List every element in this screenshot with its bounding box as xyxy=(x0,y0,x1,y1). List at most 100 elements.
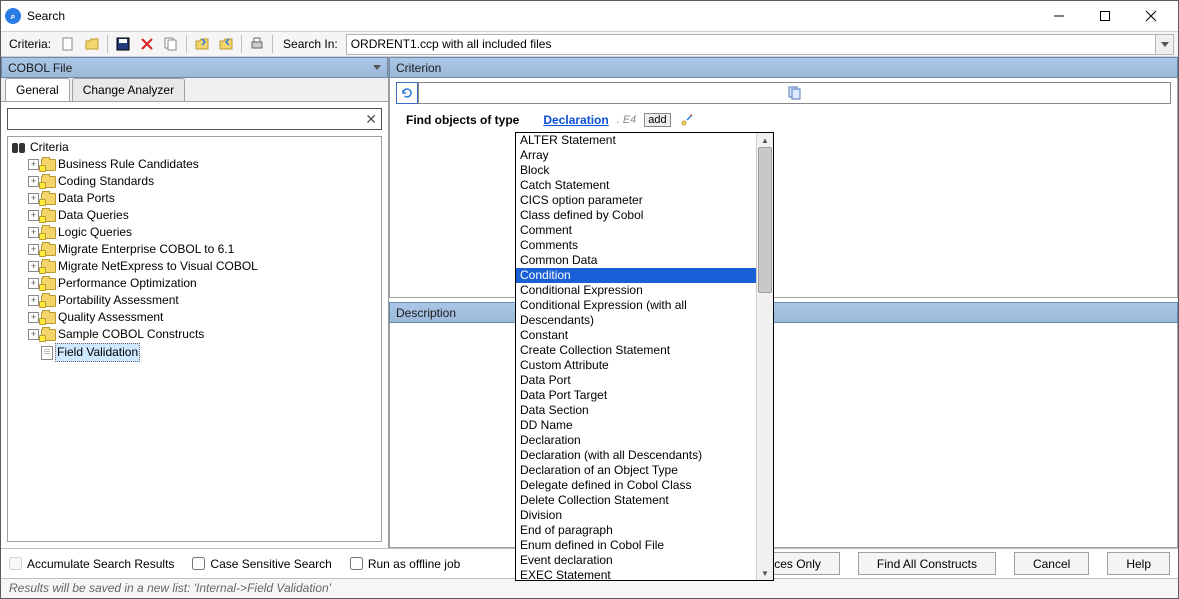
toolbar: Criteria: Search In: ORDRENT1.ccp with a… xyxy=(1,31,1178,57)
import-button[interactable] xyxy=(191,33,213,55)
copy-button[interactable] xyxy=(160,33,182,55)
tree-folder-item[interactable]: +Sample COBOL Constructs xyxy=(28,326,377,343)
dropdown-item[interactable]: Create Collection Statement xyxy=(516,343,756,358)
dropdown-item[interactable]: Comments xyxy=(516,238,756,253)
expand-icon[interactable]: + xyxy=(28,312,39,323)
dropdown-item[interactable]: ALTER Statement xyxy=(516,133,756,148)
tab-general[interactable]: General xyxy=(5,78,70,101)
case-sensitive-checkbox[interactable]: Case Sensitive Search xyxy=(192,557,331,571)
minimize-button[interactable] xyxy=(1036,1,1082,31)
refresh-button[interactable] xyxy=(396,82,418,104)
accumulate-checkbox[interactable]: Accumulate Search Results xyxy=(9,557,174,571)
clear-filter-icon[interactable]: ✕ xyxy=(365,111,377,128)
save-button[interactable] xyxy=(112,33,134,55)
expand-icon[interactable]: + xyxy=(28,295,39,306)
open-folder-button[interactable] xyxy=(81,33,103,55)
add-button[interactable]: add xyxy=(644,113,670,127)
delete-button[interactable] xyxy=(136,33,158,55)
find-all-constructs-button[interactable]: Find All Constructs xyxy=(858,552,996,575)
tree-leaf-item[interactable]: Field Validation xyxy=(28,343,377,362)
tree-folder-item[interactable]: +Performance Optimization xyxy=(28,275,377,292)
tree-folder-item[interactable]: +Migrate Enterprise COBOL to 6.1 xyxy=(28,241,377,258)
criteria-label: Criteria: xyxy=(5,37,55,51)
tree-folder-item[interactable]: +Business Rule Candidates xyxy=(28,156,377,173)
wizard-icon[interactable] xyxy=(679,112,695,128)
description-header: Description xyxy=(389,302,1178,323)
criteria-tree[interactable]: Criteria +Business Rule Candidates+Codin… xyxy=(7,136,382,542)
tree-folder-item[interactable]: +Portability Assessment xyxy=(28,292,377,309)
dropdown-item[interactable]: Common Data xyxy=(516,253,756,268)
expand-icon[interactable]: + xyxy=(28,329,39,340)
dropdown-item[interactable]: DD Name xyxy=(516,418,756,433)
dropdown-item[interactable]: Delete Collection Statement xyxy=(516,493,756,508)
folder-icon xyxy=(41,159,56,171)
dropdown-item[interactable]: Constant xyxy=(516,328,756,343)
tree-folder-item[interactable]: +Logic Queries xyxy=(28,224,377,241)
dropdown-scrollbar[interactable]: ▲ ▼ xyxy=(756,133,773,580)
expand-icon[interactable]: + xyxy=(28,278,39,289)
declaration-link[interactable]: Declaration xyxy=(543,113,608,127)
dropdown-item[interactable]: Block xyxy=(516,163,756,178)
tree-folder-item[interactable]: +Quality Assessment xyxy=(28,309,377,326)
tree-folder-item[interactable]: +Data Queries xyxy=(28,207,377,224)
dropdown-item[interactable]: CICS option parameter xyxy=(516,193,756,208)
statusbar: Results will be saved in a new list: 'In… xyxy=(1,578,1178,598)
export-button[interactable] xyxy=(215,33,237,55)
expand-icon[interactable]: + xyxy=(28,193,39,204)
dropdown-item[interactable]: End of paragraph xyxy=(516,523,756,538)
expand-icon[interactable]: + xyxy=(28,261,39,272)
close-button[interactable] xyxy=(1128,1,1174,31)
maximize-button[interactable] xyxy=(1082,1,1128,31)
dropdown-item[interactable]: Declaration of an Object Type xyxy=(516,463,756,478)
new-criteria-button[interactable] xyxy=(57,33,79,55)
find-objects-label: Find objects of type xyxy=(406,113,519,127)
cobol-file-header: COBOL File xyxy=(1,57,388,78)
dropdown-item[interactable]: Enum defined in Cobol File xyxy=(516,538,756,553)
dropdown-item[interactable]: Class defined by Cobol xyxy=(516,208,756,223)
dropdown-item[interactable]: Comment xyxy=(516,223,756,238)
folder-icon xyxy=(41,295,56,307)
tree-root[interactable]: Criteria xyxy=(30,139,69,156)
tree-folder-item[interactable]: +Coding Standards xyxy=(28,173,377,190)
chevron-down-icon xyxy=(373,65,381,70)
tree-folder-item[interactable]: +Data Ports xyxy=(28,190,377,207)
dropdown-item[interactable]: Declaration xyxy=(516,433,756,448)
search-in-dropdown[interactable] xyxy=(1156,34,1174,55)
folder-icon xyxy=(41,176,56,188)
dropdown-item[interactable]: Conditional Expression (with all Descend… xyxy=(516,298,756,328)
dropdown-item[interactable]: EXEC Statement xyxy=(516,568,756,580)
cancel-button[interactable]: Cancel xyxy=(1014,552,1089,575)
dropdown-item[interactable]: Condition xyxy=(516,268,756,283)
help-button[interactable]: Help xyxy=(1107,552,1170,575)
expand-icon[interactable]: + xyxy=(28,210,39,221)
dropdown-item[interactable]: Division xyxy=(516,508,756,523)
expand-icon[interactable]: + xyxy=(28,159,39,170)
scroll-thumb[interactable] xyxy=(758,147,772,293)
tree-filter-input[interactable]: ✕ xyxy=(7,108,382,130)
expand-icon[interactable]: + xyxy=(28,176,39,187)
dropdown-item[interactable]: Custom Attribute xyxy=(516,358,756,373)
dropdown-item[interactable]: Event declaration xyxy=(516,553,756,568)
dropdown-item[interactable]: Catch Statement xyxy=(516,178,756,193)
dropdown-item[interactable]: Data Port Target xyxy=(516,388,756,403)
copy-criterion-button[interactable] xyxy=(418,82,1171,104)
dropdown-item[interactable]: Declaration (with all Descendants) xyxy=(516,448,756,463)
expand-icon[interactable]: + xyxy=(28,227,39,238)
folder-icon xyxy=(41,210,56,222)
dropdown-item[interactable]: Conditional Expression xyxy=(516,283,756,298)
dropdown-item[interactable]: Data Port xyxy=(516,373,756,388)
scroll-up-arrow[interactable]: ▲ xyxy=(757,133,773,147)
scroll-down-arrow[interactable]: ▼ xyxy=(757,566,773,580)
object-type-dropdown[interactable]: ALTER StatementArrayBlockCatch Statement… xyxy=(515,132,774,581)
offline-checkbox[interactable]: Run as offline job xyxy=(350,557,461,571)
search-in-field[interactable]: ORDRENT1.ccp with all included files xyxy=(346,34,1156,55)
dropdown-item[interactable]: Array xyxy=(516,148,756,163)
dropdown-item[interactable]: Delegate defined in Cobol Class xyxy=(516,478,756,493)
dropdown-item[interactable]: Data Section xyxy=(516,403,756,418)
print-button[interactable] xyxy=(246,33,268,55)
cobol-file-dropdown[interactable] xyxy=(373,65,381,70)
titlebar: ⌕ Search xyxy=(1,1,1178,31)
tab-change-analyzer[interactable]: Change Analyzer xyxy=(72,78,185,101)
expand-icon[interactable]: + xyxy=(28,244,39,255)
tree-folder-item[interactable]: +Migrate NetExpress to Visual COBOL xyxy=(28,258,377,275)
